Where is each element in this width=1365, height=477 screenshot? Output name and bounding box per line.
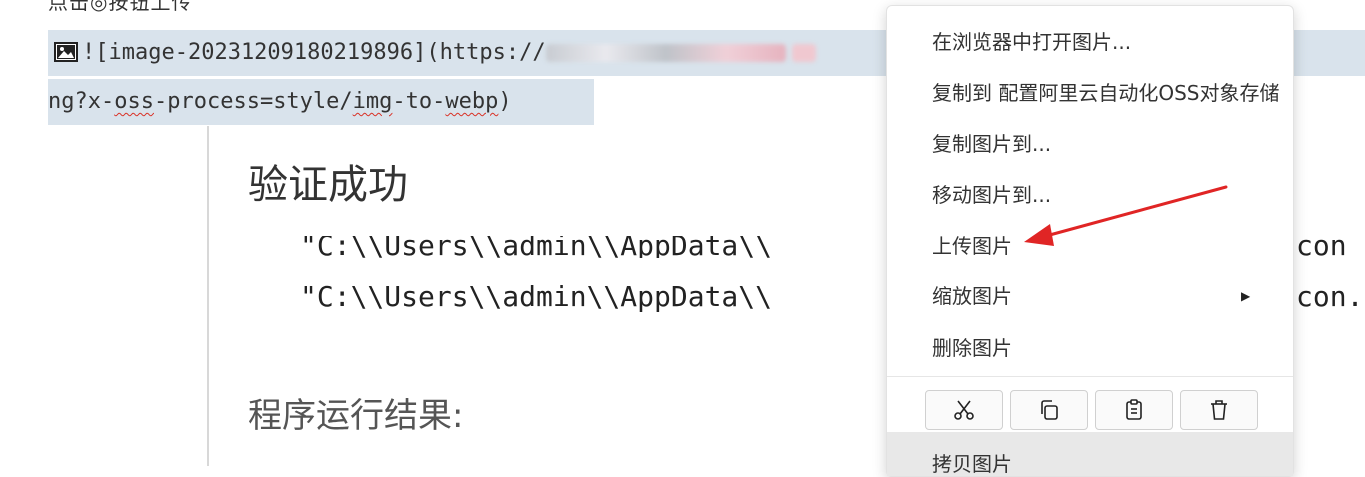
menu-item-copy-image-to[interactable]: 复制图片到... bbox=[887, 120, 1293, 168]
menu-separator bbox=[887, 376, 1293, 377]
menu-item-delete-image[interactable]: 删除图片 bbox=[887, 324, 1293, 372]
markdown-text-prefix: ![image-20231209180219896](https:// bbox=[82, 40, 546, 65]
preview-code-right: con. bbox=[1296, 280, 1364, 313]
paste-button[interactable] bbox=[1095, 390, 1173, 430]
copy-button[interactable] bbox=[1010, 390, 1088, 430]
menu-item-label: 在浏览器中打开图片... bbox=[932, 30, 1132, 54]
image-icon bbox=[54, 33, 78, 62]
copy-icon bbox=[1041, 400, 1058, 420]
redacted-blur-2 bbox=[791, 44, 816, 62]
context-menu: 在浏览器中打开图片... 复制到 配置阿里云自动化OSS对象存储 复制图片到..… bbox=[886, 5, 1294, 477]
menu-item-label: 复制到 配置阿里云自动化OSS对象存储 bbox=[932, 81, 1280, 105]
submenu-arrow-icon: ▶ bbox=[1241, 289, 1251, 303]
menu-item-upload-image[interactable]: 上传图片 bbox=[887, 222, 1293, 270]
menu-item-label: 缩放图片 bbox=[932, 284, 1012, 308]
preview-code-line: "C:\\Users\\admin\\AppData\\ bbox=[300, 280, 773, 313]
delete-button[interactable] bbox=[1180, 390, 1258, 430]
preview-code-right-clipped: con bbox=[1296, 236, 1347, 258]
markdown-image-source-line2[interactable]: ng?x-oss-process=style/img-to-webp) bbox=[48, 79, 594, 125]
md-text: -to- bbox=[392, 89, 446, 114]
menu-item-move-image-to[interactable]: 移动图片到... bbox=[887, 171, 1293, 219]
redacted-blur bbox=[545, 44, 786, 62]
md-text: -process=style/ bbox=[153, 89, 353, 114]
menu-item-copy-to-oss[interactable]: 复制到 配置阿里云自动化OSS对象存储 bbox=[887, 69, 1293, 117]
md-text: ) bbox=[498, 89, 512, 114]
scissors-icon bbox=[954, 400, 974, 420]
trash-icon bbox=[1211, 400, 1227, 420]
menu-item-label: 复制图片到... bbox=[932, 132, 1052, 156]
cut-button[interactable] bbox=[925, 390, 1003, 430]
preview-title: 验证成功 bbox=[248, 162, 408, 208]
partial-instruction-text: 点击◎按钮上传 bbox=[48, 0, 193, 14]
menu-item-label: 删除图片 bbox=[932, 336, 1012, 360]
clipboard-icon bbox=[1126, 399, 1142, 420]
preview-result-label: 程序运行结果: bbox=[248, 396, 464, 436]
spellcheck-oss: oss bbox=[114, 89, 154, 114]
menu-item-open-in-browser[interactable]: 在浏览器中打开图片... bbox=[887, 18, 1293, 66]
menu-item-copy-image-partial[interactable]: 拷贝图片 bbox=[887, 432, 1293, 476]
preview-code-line-clipped: "C:\\Users\\admin\\AppData\\ bbox=[300, 236, 773, 258]
spellcheck-img: img bbox=[352, 89, 393, 114]
menu-item-zoom-image[interactable]: 缩放图片 ▶ bbox=[887, 272, 1293, 320]
menu-item-label: 上传图片 bbox=[932, 234, 1012, 258]
md-text: ng?x- bbox=[48, 89, 115, 114]
spellcheck-webp: webp bbox=[445, 89, 499, 114]
menu-item-label: 移动图片到... bbox=[932, 183, 1052, 207]
